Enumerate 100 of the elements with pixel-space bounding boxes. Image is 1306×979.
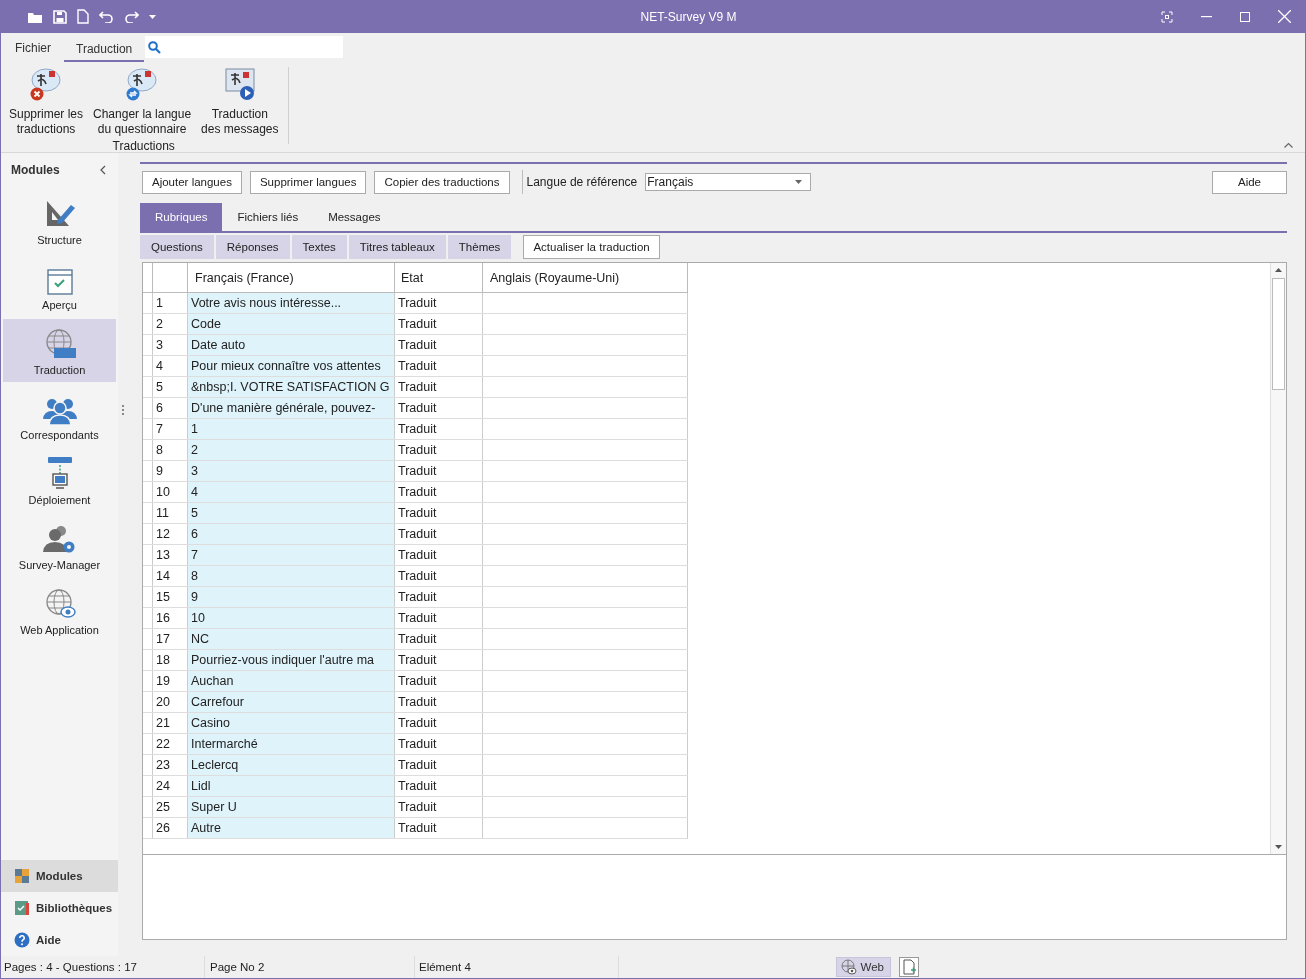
collapse-icon[interactable] [1284, 142, 1293, 148]
row-number: 5 [152, 376, 188, 398]
table-cell: Traduit [394, 775, 483, 797]
row-number: 20 [152, 691, 188, 713]
globe-eye-icon [43, 588, 76, 620]
row-number: 13 [152, 544, 188, 566]
table-cell: NC [187, 628, 395, 650]
table-cell: D'une manière générale, pouvez- [187, 397, 395, 419]
row-number: 16 [152, 607, 188, 629]
undo-icon[interactable] [99, 10, 114, 23]
book-icon [14, 900, 30, 916]
table-cell: 7 [187, 544, 395, 566]
row-number: 7 [152, 418, 188, 440]
table-cell: Traduit [394, 712, 483, 734]
row-number: 14 [152, 565, 188, 587]
table-cell: Traduit [394, 607, 483, 629]
row-number: 23 [152, 754, 188, 776]
table-cell: Auchan [187, 670, 395, 692]
navigation-item[interactable]: Aide [1, 924, 118, 956]
ribbon-tab[interactable]: Fichier [2, 41, 64, 62]
table-cell: Traduit [394, 628, 483, 650]
row-number: 26 [152, 817, 188, 839]
column-header[interactable]: Anglais (Royaume-Uni) [482, 263, 688, 293]
table-cell: 3 [187, 460, 395, 482]
reference-language-dropdown[interactable]: Français [645, 173, 812, 191]
fullscreen-icon[interactable] [1161, 10, 1173, 23]
module-item[interactable]: Déploiement [3, 449, 116, 512]
search-field[interactable] [145, 36, 344, 58]
translate-swap-icon [125, 67, 160, 101]
table-cell: Intermarché [187, 733, 395, 755]
status-text: Page No 2 [205, 956, 415, 978]
scroll-thumb[interactable] [1272, 278, 1285, 390]
sidebar-title: Modules [11, 163, 60, 177]
scroll-down-icon[interactable] [1275, 845, 1282, 849]
add-page-icon[interactable] [899, 957, 919, 977]
sub-tab[interactable]: Thèmes [447, 235, 512, 259]
module-item[interactable]: Survey-Manager [3, 514, 116, 577]
minimize-icon[interactable] [1201, 15, 1212, 18]
sub-tab[interactable]: Questions [140, 235, 214, 259]
row-number: 1 [152, 292, 188, 314]
module-item[interactable]: Aperçu [3, 254, 116, 317]
refresh-translation-button[interactable]: Actualiser la traduction [523, 235, 660, 259]
row-number: 22 [152, 733, 188, 755]
row-number: 12 [152, 523, 188, 545]
module-item[interactable]: Correspondants [3, 384, 116, 447]
table-cell: 10 [187, 607, 395, 629]
web-button[interactable]: Web [835, 957, 891, 977]
sub-tab[interactable]: Réponses [215, 235, 290, 259]
table-cell: Traduit [394, 439, 483, 461]
table-cell: Traduit [394, 334, 483, 356]
sub-tab[interactable]: Titres tableaux [348, 235, 446, 259]
new-document-icon[interactable] [77, 9, 89, 24]
navigation-item[interactable]: Modules [1, 860, 118, 892]
close-icon[interactable] [1278, 10, 1291, 23]
ribbon-command[interactable]: Traduction des messages [199, 67, 281, 137]
row-number: 11 [152, 502, 188, 524]
column-header[interactable]: Etat [394, 263, 483, 293]
redo-icon[interactable] [124, 10, 139, 23]
table-cell: Traduit [394, 544, 483, 566]
module-item[interactable]: Structure [3, 189, 116, 252]
dropdown-caret-icon[interactable] [149, 14, 156, 19]
checked-window-icon [46, 269, 73, 295]
module-item[interactable]: Traduction [3, 319, 116, 382]
table-cell: Carrefour [187, 691, 395, 713]
ribbon-command[interactable]: Supprimer les traductions [7, 67, 86, 137]
toolbar-button[interactable]: Supprimer langues [249, 170, 367, 194]
ribbon-tab[interactable]: Traduction [64, 42, 145, 62]
table-cell: 2 [187, 439, 395, 461]
row-number: 9 [152, 460, 188, 482]
help-button[interactable]: Aide [1212, 170, 1287, 194]
table-cell: 6 [187, 523, 395, 545]
sub-tab[interactable]: Textes [291, 235, 347, 259]
scroll-up-icon[interactable] [1275, 268, 1282, 272]
navigation-item[interactable]: Bibliothèques [1, 892, 118, 924]
table-cell: Traduit [394, 523, 483, 545]
row-number: 3 [152, 334, 188, 356]
module-item[interactable]: Web Application [3, 579, 116, 642]
tab[interactable]: Rubriques [140, 203, 223, 231]
tab[interactable]: Messages [313, 203, 396, 231]
table-cell: Votre avis nous intéresse... [187, 292, 395, 314]
ribbon-command[interactable]: Changer la langue du questionnaire [91, 67, 194, 137]
table-cell: Code [187, 313, 395, 335]
maximize-icon[interactable] [1240, 11, 1250, 22]
window-title: NET-Survey V9 M [639, 9, 738, 24]
tab[interactable]: Fichiers liés [222, 203, 314, 231]
people-icon [42, 397, 77, 425]
table-cell: Traduit [394, 376, 483, 398]
collapse-left-icon[interactable] [100, 165, 106, 175]
vertical-scrollbar[interactable] [1270, 263, 1286, 854]
row-number: 6 [152, 397, 188, 419]
table-cell: 9 [187, 586, 395, 608]
toolbar-button[interactable]: Copier des traductions [374, 170, 510, 194]
table-cell: Pour mieux connaître vos attentes [187, 355, 395, 377]
row-number: 10 [152, 481, 188, 503]
column-header[interactable]: Français (France) [187, 263, 395, 293]
toolbar-button[interactable]: Ajouter langues [142, 170, 242, 194]
table-cell: 5 [187, 502, 395, 524]
row-number: 21 [152, 712, 188, 734]
translate-play-icon [222, 67, 257, 101]
save-icon[interactable] [53, 9, 67, 24]
